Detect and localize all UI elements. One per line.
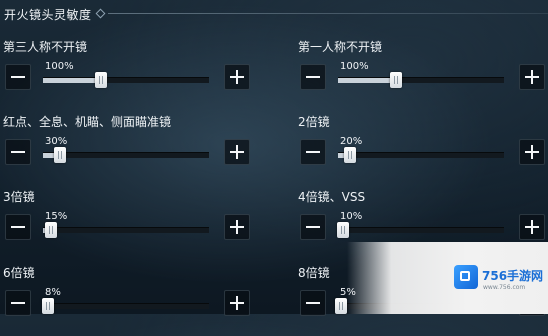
site-logo-icon (454, 265, 478, 289)
minus-icon (11, 151, 25, 153)
setting-label: 第三人称不开镜 (3, 40, 88, 54)
slider-handle[interactable] (41, 298, 54, 314)
decrease-button[interactable] (300, 214, 326, 240)
slider[interactable] (43, 72, 209, 88)
setting-reddot-holo-ironsight: 红点、全息、机瞄、侧面瞄准镜 30% (3, 113, 253, 185)
increase-button[interactable] (224, 64, 250, 90)
minus-icon (306, 302, 320, 304)
setting-3x-scope: 3倍镜 15% (3, 188, 253, 260)
setting-label: 6倍镜 (3, 266, 35, 280)
setting-third-person-no-scope: 第三人称不开镜 100% (3, 38, 253, 110)
value-label: 8% (45, 287, 61, 298)
setting-first-person-no-scope: 第一人称不开镜 100% (298, 38, 548, 110)
minus-icon (306, 76, 320, 78)
slider[interactable] (43, 222, 209, 238)
slider-handle[interactable] (336, 222, 349, 238)
setting-label: 4倍镜、VSS (298, 190, 366, 204)
value-label: 15% (45, 211, 68, 222)
value-label: 100% (45, 61, 74, 72)
setting-label: 8倍镜 (298, 266, 330, 280)
setting-6x-scope: 6倍镜 8% (3, 264, 253, 336)
decrease-button[interactable] (5, 64, 31, 90)
setting-2x-scope: 2倍镜 20% (298, 113, 548, 185)
watermark: 756手游网 www.756.com (347, 242, 548, 314)
decrease-button[interactable] (5, 214, 31, 240)
minus-icon (11, 302, 25, 304)
increase-button[interactable] (519, 139, 545, 165)
slider[interactable] (338, 147, 504, 163)
increase-button[interactable] (519, 214, 545, 240)
increase-button[interactable] (224, 290, 250, 316)
slider-handle[interactable] (95, 72, 108, 88)
setting-label: 3倍镜 (3, 190, 35, 204)
setting-label: 2倍镜 (298, 115, 330, 129)
header-divider (108, 13, 548, 14)
diamond-icon (95, 8, 106, 19)
slider[interactable] (338, 72, 504, 88)
slider[interactable] (41, 298, 209, 314)
watermark-name: 756手游网 (482, 269, 544, 283)
value-label: 10% (340, 211, 363, 222)
slider-handle[interactable] (390, 72, 403, 88)
decrease-button[interactable] (300, 64, 326, 90)
minus-icon (11, 226, 25, 228)
minus-icon (11, 76, 25, 78)
slider-fill (338, 78, 397, 83)
slider-handle[interactable] (45, 222, 58, 238)
setting-label: 第一人称不开镜 (298, 40, 383, 54)
decrease-button[interactable] (5, 139, 31, 165)
section-header: 开火镜头灵敏度 (0, 0, 548, 30)
section-title: 开火镜头灵敏度 (4, 8, 92, 22)
increase-button[interactable] (224, 139, 250, 165)
value-label: 20% (340, 136, 363, 147)
minus-icon (306, 151, 320, 153)
decrease-button[interactable] (300, 139, 326, 165)
watermark-url: www.756.com (483, 284, 526, 291)
increase-button[interactable] (519, 64, 545, 90)
value-label: 100% (340, 61, 369, 72)
decrease-button[interactable] (5, 290, 31, 316)
value-label: 30% (45, 136, 68, 147)
slider-handle[interactable] (335, 298, 348, 314)
slider[interactable] (43, 147, 209, 163)
slider-handle[interactable] (53, 147, 66, 163)
increase-button[interactable] (224, 214, 250, 240)
slider[interactable] (336, 222, 504, 238)
setting-label: 红点、全息、机瞄、侧面瞄准镜 (3, 115, 172, 129)
slider-handle[interactable] (343, 147, 356, 163)
decrease-button[interactable] (300, 290, 326, 316)
slider-fill (43, 78, 102, 83)
minus-icon (306, 226, 320, 228)
